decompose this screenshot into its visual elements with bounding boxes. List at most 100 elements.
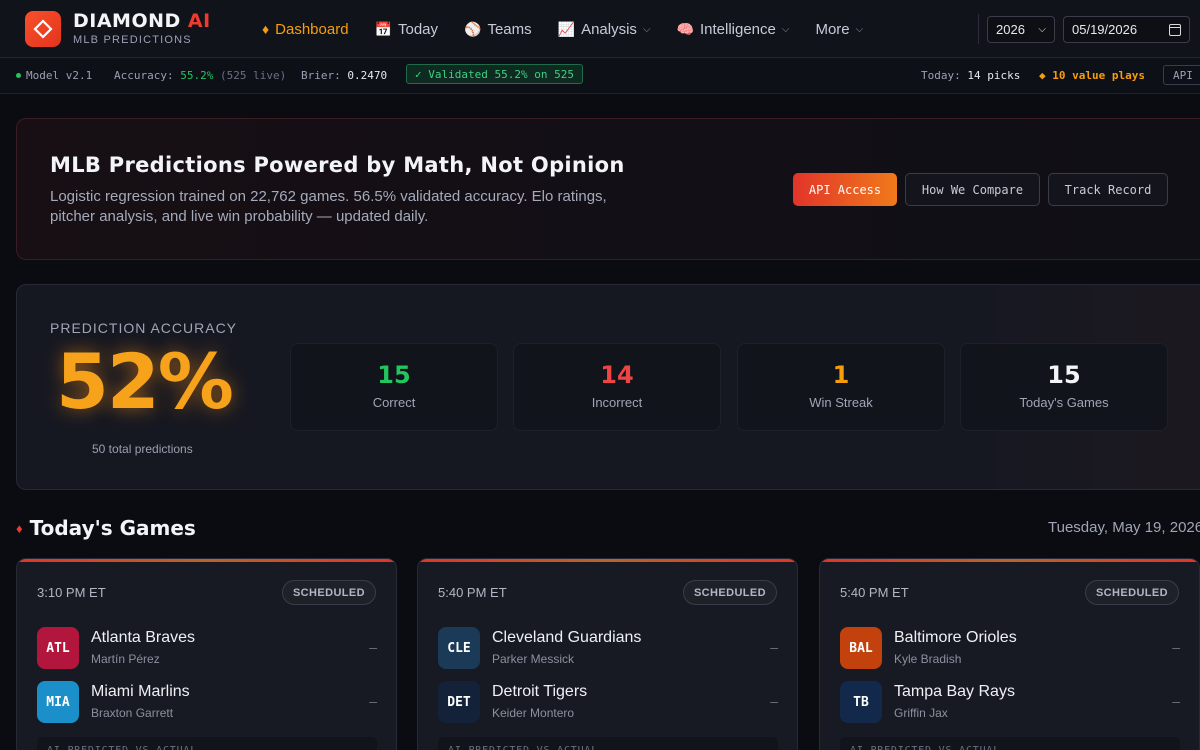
diamond-logo-icon[interactable]	[25, 11, 61, 47]
stat-correct: 15 Correct	[290, 343, 498, 431]
calendar-icon: 📅	[374, 20, 392, 37]
today-picks: Today: 14 picks	[921, 69, 1021, 82]
stat-todays-games: 15 Today's Games	[960, 343, 1168, 431]
team-score: –	[369, 639, 377, 655]
status-strip: Model v2.1 Accuracy: 55.2% (525 live) Br…	[0, 58, 1200, 94]
prediction-footer: AI PREDICTED VS ACTUAL	[840, 737, 1180, 750]
game-card[interactable]: 5:40 PM ET SCHEDULED CLE Cleveland Guard…	[417, 558, 798, 750]
home-team: TB Tampa Bay Rays Griffin Jax –	[840, 681, 1180, 723]
games-date: Tuesday, May 19, 2026	[1048, 519, 1200, 536]
hero-title: MLB Predictions Powered by Math, Not Opi…	[50, 153, 625, 177]
stat-label: Correct	[372, 395, 416, 410]
total-predictions: 50 total predictions	[92, 442, 193, 456]
stat-value: 14	[600, 361, 634, 389]
hero-description: Logistic regression trained on 22,762 ga…	[50, 188, 607, 225]
api-access-button[interactable]: API Access	[793, 173, 897, 206]
away-team: BAL Baltimore Orioles Kyle Bradish –	[840, 627, 1180, 669]
chevron-down-icon: ⌵	[781, 23, 790, 35]
home-team: MIA Miami Marlins Braxton Garrett –	[37, 681, 377, 723]
game-card[interactable]: 3:10 PM ET SCHEDULED ATL Atlanta Braves …	[16, 558, 397, 750]
team-score: –	[770, 639, 778, 655]
game-time: 3:10 PM ET	[37, 585, 106, 600]
date-input[interactable]: 05/19/2026	[1063, 16, 1190, 43]
team-logo: DET	[438, 681, 480, 723]
accuracy-label: PREDICTION ACCURACY	[50, 320, 238, 336]
team-name: Atlanta Braves	[91, 629, 196, 646]
team-logo: CLE	[438, 627, 480, 669]
nav-today[interactable]: 📅 Today	[375, 21, 438, 38]
status-badge: SCHEDULED	[1084, 580, 1179, 605]
nav-divider	[978, 14, 979, 44]
stat-label: Today's Games	[1019, 395, 1109, 410]
nav-more[interactable]: More ⌵	[815, 21, 863, 38]
chevron-down-icon: ⌵	[1038, 24, 1046, 35]
game-card[interactable]: 5:40 PM ET SCHEDULED BAL Baltimore Oriol…	[819, 558, 1200, 750]
team-pitcher: Martín Pérez	[91, 652, 160, 666]
chevron-down-icon: ⌵	[642, 23, 651, 35]
chevron-down-icon: ⌵	[855, 23, 864, 35]
stat-incorrect: 14 Incorrect	[513, 343, 721, 431]
brand-subtitle: MLB PREDICTIONS	[73, 34, 192, 46]
how-we-compare-button[interactable]: How We Compare	[905, 173, 1040, 206]
games-section-header: ♦ Today's Games	[16, 516, 196, 540]
team-name: Miami Marlins	[91, 683, 190, 700]
main-nav: ♦ Dashboard 📅 Today ⚾ Teams 📈 Analysis ⌵…	[262, 0, 889, 58]
team-name: Baltimore Orioles	[894, 629, 1017, 646]
nav-dashboard[interactable]: ♦ Dashboard	[262, 21, 349, 38]
brain-icon: 🧠	[676, 20, 694, 37]
calendar-picker-icon[interactable]	[1169, 23, 1181, 36]
team-name: Cleveland Guardians	[492, 629, 642, 646]
team-name: Tampa Bay Rays	[894, 683, 1015, 700]
brand[interactable]: DIAMOND AI MLB PREDICTIONS	[73, 10, 211, 46]
top-navbar: DIAMOND AI MLB PREDICTIONS ♦ Dashboard 📅…	[0, 0, 1200, 58]
nav-analysis[interactable]: 📈 Analysis ⌵	[558, 21, 651, 38]
value-plays-link[interactable]: ◆ 10 value plays	[1039, 69, 1145, 82]
team-score: –	[369, 693, 377, 709]
validated-badge: ✓ Validated 55.2% on 525	[406, 64, 583, 84]
baseball-icon: ⚾	[464, 20, 482, 37]
team-pitcher: Keider Montero	[492, 706, 575, 720]
api-chip[interactable]: API	[1163, 65, 1200, 85]
hero-banner: MLB Predictions Powered by Math, Not Opi…	[16, 118, 1200, 260]
home-team: DET Detroit Tigers Keider Montero –	[438, 681, 778, 723]
team-score: –	[1172, 693, 1180, 709]
stat-value: 15	[1047, 361, 1081, 389]
accuracy-panel: PREDICTION ACCURACY 52% 50 total predict…	[16, 284, 1200, 490]
track-record-button[interactable]: Track Record	[1048, 173, 1168, 206]
prediction-footer: AI PREDICTED VS ACTUAL	[438, 737, 778, 750]
brier-readout: Brier: 0.2470	[301, 69, 388, 82]
nav-teams[interactable]: ⚾ Teams	[464, 21, 532, 38]
stat-label: Win Streak	[809, 395, 873, 410]
stat-value: 15	[377, 361, 411, 389]
chart-icon: 📈	[557, 20, 576, 37]
status-badge: SCHEDULED	[682, 580, 777, 605]
diamond-icon: ♦	[262, 21, 270, 37]
team-score: –	[770, 693, 778, 709]
stat-value: 1	[832, 361, 850, 389]
nav-intelligence[interactable]: 🧠 Intelligence ⌵	[677, 21, 790, 38]
brand-name: DIAMOND AI	[73, 10, 211, 32]
team-pitcher: Parker Messick	[492, 652, 575, 666]
away-team: CLE Cleveland Guardians Parker Messick –	[438, 627, 778, 669]
year-select[interactable]: 2026 ⌵	[987, 16, 1055, 43]
accuracy-value: 52%	[56, 337, 234, 426]
stat-label: Incorrect	[591, 395, 643, 410]
prediction-footer: AI PREDICTED VS ACTUAL	[37, 737, 377, 750]
game-time: 5:40 PM ET	[840, 585, 909, 600]
team-logo: ATL	[37, 627, 79, 669]
stat-win-streak: 1 Win Streak	[737, 343, 945, 431]
status-badge: SCHEDULED	[281, 580, 376, 605]
team-pitcher: Griffin Jax	[894, 706, 948, 720]
team-logo: BAL	[840, 627, 882, 669]
accuracy-readout: Accuracy: 55.2% (525 live)	[114, 69, 287, 82]
team-name: Detroit Tigers	[492, 683, 588, 700]
diamond-icon: ♦	[16, 520, 23, 536]
model-version: Model v2.1	[16, 69, 92, 82]
away-team: ATL Atlanta Braves Martín Pérez –	[37, 627, 377, 669]
status-dot-icon	[16, 73, 21, 78]
team-pitcher: Kyle Bradish	[894, 652, 962, 666]
game-time: 5:40 PM ET	[438, 585, 507, 600]
team-logo: TB	[840, 681, 882, 723]
team-score: –	[1172, 639, 1180, 655]
team-pitcher: Braxton Garrett	[91, 706, 174, 720]
